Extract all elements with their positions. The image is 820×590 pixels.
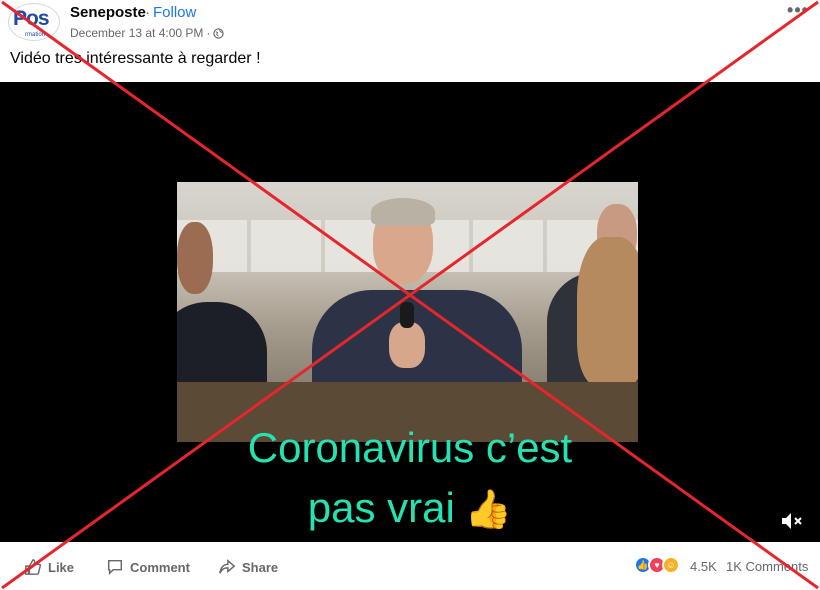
facebook-post: Pos rmation Seneposte · Follow December … xyxy=(0,0,820,590)
share-label: Share xyxy=(242,559,279,575)
post-footer: Like Comment Share 👍 ♥ ☺ 4.5K 1K Comment… xyxy=(0,548,820,590)
comment-button[interactable]: Comment xyxy=(106,558,190,576)
microphone xyxy=(400,302,414,328)
post-timestamp[interactable]: December 13 at 4:00 PM xyxy=(70,26,203,40)
video-frame xyxy=(177,182,638,442)
video-overlay-text-line2-label: pas vrai xyxy=(307,484,455,531)
left-person-head xyxy=(177,222,213,294)
avatar-logo-subtext: rmation xyxy=(25,32,46,38)
comment-label: Comment xyxy=(130,559,190,575)
comment-count[interactable]: 1K Comments xyxy=(726,559,808,574)
reaction-count[interactable]: 4.5K xyxy=(690,559,717,574)
speaker-hand xyxy=(389,322,425,368)
video-overlay-text-line2: pas vrai 👍 xyxy=(0,484,820,532)
thumbs-up-icon: 👍 xyxy=(464,489,513,531)
speaker-hair xyxy=(371,198,435,226)
page-name-link[interactable]: Seneposte xyxy=(70,4,146,21)
reaction-icons[interactable]: 👍 ♥ ☺ xyxy=(634,556,680,574)
more-options-icon[interactable]: ••• xyxy=(784,1,812,22)
share-icon xyxy=(219,559,236,574)
like-button[interactable]: Like xyxy=(24,558,74,576)
mute-icon[interactable] xyxy=(780,510,804,532)
woman-hair xyxy=(577,237,638,387)
meta-separator: · xyxy=(206,26,211,40)
post-meta: December 13 at 4:00 PM · xyxy=(70,26,225,40)
follow-button[interactable]: Follow xyxy=(153,4,196,21)
avatar-logo-text: Pos xyxy=(13,7,50,30)
video-overlay-text-line1: Coronavirus c’est xyxy=(247,424,573,471)
comment-icon xyxy=(107,559,123,576)
post-caption: Vidéo tres intéressante à regarder ! xyxy=(10,50,261,67)
like-label: Like xyxy=(48,559,75,575)
like-icon xyxy=(25,559,42,575)
video-player[interactable]: Coronavirus c’est pas vrai 👍 xyxy=(0,82,820,542)
care-reaction-icon: ☺ xyxy=(662,556,680,574)
page-avatar[interactable]: Pos rmation xyxy=(8,3,60,41)
header-separator: · xyxy=(145,4,150,21)
share-button[interactable]: Share xyxy=(218,558,278,576)
globe-icon xyxy=(213,27,225,39)
